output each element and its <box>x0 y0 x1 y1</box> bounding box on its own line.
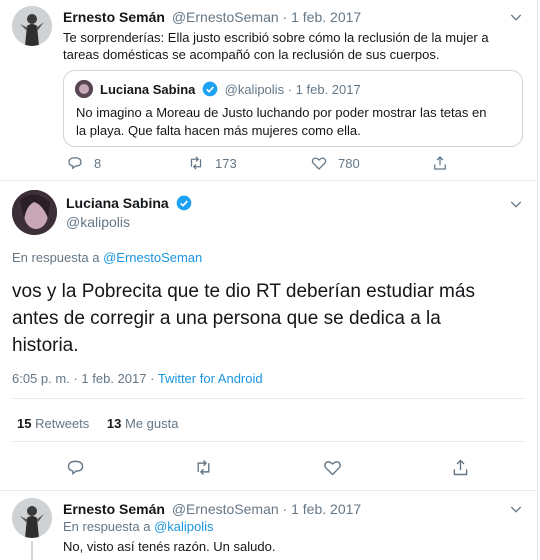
tweet-source-link[interactable]: Twitter for Android <box>158 371 263 386</box>
main-author-name-row: Luciana Sabina <box>66 195 192 211</box>
like-label: Me gusta <box>125 416 179 431</box>
author-handle[interactable]: @ErnestoSeman <box>172 9 279 25</box>
author-name[interactable]: Luciana Sabina <box>66 195 169 211</box>
reply-to-link[interactable]: @ErnestoSeman <box>103 250 202 265</box>
like-count: 780 <box>338 155 360 171</box>
reply-prefix: En respuesta a <box>12 250 100 265</box>
reply-icon <box>67 460 84 476</box>
reply-button[interactable] <box>65 457 86 478</box>
chevron-down-icon[interactable] <box>508 9 524 25</box>
main-tweet-text: vos y la Pobrecita que te dio RT debería… <box>12 278 475 359</box>
quote-author-handle: @kalipolis <box>224 82 285 97</box>
reply-prefix: En respuesta a <box>63 519 151 534</box>
like-icon <box>324 461 341 476</box>
quote-text-line: No imagino a Moreau de Justo luchando po… <box>76 105 487 120</box>
retweet-icon <box>190 156 202 170</box>
retweet-button[interactable] <box>193 457 214 478</box>
tweet-header: Ernesto Semán @ErnestoSeman · 1 feb. 201… <box>63 501 361 517</box>
divider <box>0 180 538 181</box>
separator: · <box>287 82 293 97</box>
like-total: 13 <box>106 416 122 431</box>
quote-date: 1 feb. 2017 <box>295 82 361 97</box>
divider <box>0 490 538 491</box>
separator: · <box>150 371 155 386</box>
quote-text-line: la playa. Que falta hacen más mujeres co… <box>76 123 361 138</box>
tweet-date[interactable]: 1 feb. 2017 <box>291 9 361 25</box>
share-button[interactable] <box>431 154 449 172</box>
retweet-count: 173 <box>215 155 237 171</box>
like-button[interactable]: 780 <box>310 154 360 172</box>
divider <box>12 441 526 442</box>
share-icon <box>434 156 446 170</box>
tweet-metadata: 6:05 p. m. · 1 feb. 2017 · Twitter for A… <box>12 371 263 386</box>
author-name[interactable]: Ernesto Semán <box>63 9 165 25</box>
author-name[interactable]: Ernesto Semán <box>63 501 165 517</box>
tweet-date[interactable]: 1 feb. 2017 <box>81 371 146 386</box>
share-icon <box>453 459 468 476</box>
retweet-label: Retweets <box>35 416 90 431</box>
reply-icon <box>68 157 82 170</box>
retweets-stat[interactable]: 15 Retweets <box>17 416 93 431</box>
retweet-total: 15 <box>17 416 32 431</box>
like-button[interactable] <box>322 457 343 478</box>
tweet-text: Te sorprenderías: Ella justo escribió so… <box>63 29 489 63</box>
retweet-icon <box>197 460 210 475</box>
avatar-luciana-small <box>75 80 93 98</box>
tweet-date[interactable]: 1 feb. 2017 <box>291 501 361 517</box>
column-border <box>537 0 538 560</box>
main-tweet-text-line: vos y la Pobrecita que te dio RT debería… <box>12 281 475 302</box>
quoted-tweet-card[interactable]: Luciana Sabina @kalipolis · 1 feb. 2017 … <box>63 70 523 147</box>
verified-badge-icon <box>176 195 191 211</box>
tweet-time[interactable]: 6:05 p. m. <box>12 371 70 386</box>
tweet-header: Ernesto Semán @ErnestoSeman · 1 feb. 201… <box>63 9 361 25</box>
chevron-down-icon[interactable] <box>508 196 524 212</box>
divider <box>12 398 526 399</box>
separator: · <box>282 9 288 25</box>
tweet-text-line: tareas domésticas se acompañó con la rec… <box>63 47 440 62</box>
avatar-ernesto[interactable] <box>12 6 52 46</box>
reply-count: 8 <box>94 155 102 171</box>
quote-text: No imagino a Moreau de Justo luchando po… <box>76 104 486 140</box>
separator: · <box>282 501 288 517</box>
reply-context: En respuesta a @ErnestoSeman <box>12 250 202 265</box>
main-tweet-text-line: historia. <box>12 335 79 356</box>
reply-context: En respuesta a @kalipolis <box>63 519 214 534</box>
likes-stat[interactable]: 13 Me gusta <box>107 416 179 431</box>
tweet-text: No, visto así tenés razón. Un saludo. <box>63 539 276 554</box>
engagement-stats: 15 Retweets 13 Me gusta <box>17 416 179 431</box>
like-icon <box>311 157 327 170</box>
main-tweet-text-line: antes de corregir a una persona que se d… <box>12 308 441 329</box>
reply-to-link[interactable]: @kalipolis <box>154 519 213 534</box>
reply-button[interactable]: 8 <box>66 154 101 172</box>
tweet-text-line: Te sorprenderías: Ella justo escribió so… <box>63 30 489 45</box>
retweet-button[interactable]: 173 <box>187 154 237 172</box>
avatar-ernesto[interactable] <box>12 498 52 538</box>
separator: · <box>73 371 78 386</box>
quote-header: Luciana Sabina @kalipolis · 1 feb. 2017 <box>100 81 361 97</box>
author-handle[interactable]: @kalipolis <box>66 214 130 230</box>
verified-badge-icon <box>202 81 218 97</box>
chevron-down-icon[interactable] <box>508 501 524 517</box>
share-button[interactable] <box>450 457 471 478</box>
quote-author-name: Luciana Sabina <box>100 82 196 97</box>
avatar-luciana[interactable] <box>12 190 57 235</box>
author-handle[interactable]: @ErnestoSeman <box>172 501 279 517</box>
thread-line <box>31 541 33 560</box>
